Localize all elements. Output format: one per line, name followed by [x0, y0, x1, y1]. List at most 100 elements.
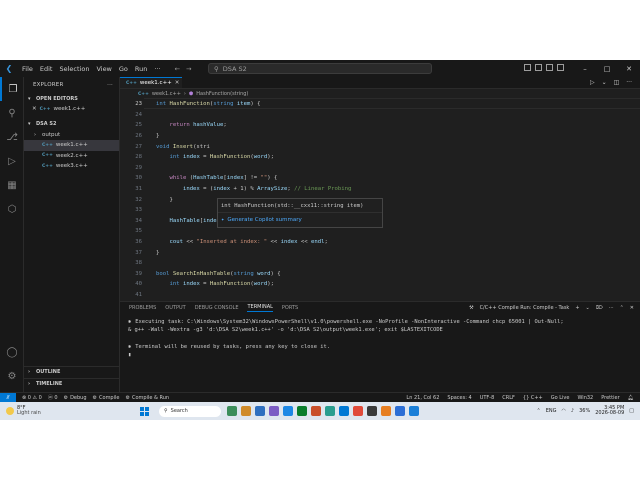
go-live[interactable]: Go Live: [551, 395, 570, 401]
chevron-up-icon[interactable]: ⌃: [537, 408, 541, 414]
compile-status[interactable]: ⚙ Compile: [93, 395, 120, 401]
maximize-button[interactable]: □: [596, 65, 618, 73]
chevron-down-icon[interactable]: ⌄: [602, 79, 607, 86]
code-line[interactable]: 41: [120, 290, 156, 301]
pinned-app-icon[interactable]: [367, 406, 377, 416]
manage-gear-icon[interactable]: ⚙: [0, 364, 24, 388]
code-line[interactable]: 23 int HashFunction(string item) {: [120, 99, 260, 110]
code-line[interactable]: 29: [120, 163, 156, 174]
debug-status[interactable]: ⚙ Debug: [64, 395, 87, 401]
close-button[interactable]: ✕: [618, 65, 640, 73]
pinned-app-icon[interactable]: [297, 406, 307, 416]
menu-more[interactable]: ···: [154, 65, 160, 73]
source-control-icon[interactable]: ⎇: [0, 125, 24, 149]
explorer-more-icon[interactable]: ···: [107, 82, 113, 88]
more-actions-icon[interactable]: ···: [609, 305, 614, 311]
menu-edit[interactable]: Edit: [40, 65, 53, 73]
account-icon[interactable]: ◯: [0, 340, 24, 364]
menu-file[interactable]: File: [22, 65, 33, 73]
split-editor-icon[interactable]: ◫: [614, 79, 620, 86]
run-code-icon[interactable]: ▷: [590, 79, 595, 86]
code-line[interactable]: 28 int index = HashFunction(word);: [120, 152, 274, 163]
tree-item-week1[interactable]: C++ week1.c++: [24, 140, 119, 151]
code-line[interactable]: 26}: [120, 131, 159, 142]
code-line[interactable]: 36 cout << "Inserted at index: " << inde…: [120, 237, 328, 248]
back-arrow-icon[interactable]: ←: [175, 65, 180, 73]
weather-widget[interactable]: 8°F Light rain: [0, 405, 80, 417]
toggle-sidebar-icon[interactable]: [524, 64, 531, 71]
extensions-icon[interactable]: ▦: [0, 173, 24, 197]
tree-item-week3[interactable]: C++ week3.c++: [24, 161, 119, 172]
menu-selection[interactable]: Selection: [59, 65, 89, 73]
cursor-position[interactable]: Ln 21, Col 62: [406, 395, 439, 401]
more-actions-icon[interactable]: ···: [626, 79, 632, 86]
ports-status[interactable]: ⓦ 0: [48, 394, 58, 401]
code-line[interactable]: 24: [120, 110, 156, 121]
customize-layout-icon[interactable]: [557, 64, 564, 71]
remote-explorer-icon[interactable]: ⬡: [0, 197, 24, 221]
pinned-app-icon[interactable]: [227, 406, 237, 416]
toggle-panel-icon[interactable]: [535, 64, 542, 71]
line-endings[interactable]: CRLF: [502, 395, 515, 401]
remote-indicator-icon[interactable]: ⫻: [0, 392, 16, 403]
code-line[interactable]: 35: [120, 226, 156, 237]
battery-level[interactable]: 36%: [579, 408, 590, 414]
taskbar-search[interactable]: ⚲ Search: [159, 405, 221, 417]
close-tab-icon[interactable]: ✕: [175, 80, 180, 86]
pinned-app-icon[interactable]: [325, 406, 335, 416]
new-terminal-icon[interactable]: +: [575, 305, 579, 311]
menu-go[interactable]: Go: [119, 65, 128, 73]
open-editors-section[interactable]: ▾ OPEN EDITORS: [24, 93, 119, 104]
pinned-app-icon[interactable]: [241, 406, 251, 416]
prettier[interactable]: Prettier: [601, 395, 619, 401]
tab-ports[interactable]: PORTS: [282, 305, 298, 311]
encoding[interactable]: UTF-8: [480, 395, 495, 401]
terminal-name[interactable]: C/C++ Compile Run: Compile - Task: [480, 305, 570, 311]
pinned-app-icon[interactable]: [339, 406, 349, 416]
toggle-secondary-sidebar-icon[interactable]: [546, 64, 553, 71]
code-line[interactable]: 32 }: [120, 194, 173, 205]
pinned-app-icon[interactable]: [381, 406, 391, 416]
windows-start-icon[interactable]: [140, 406, 149, 416]
tab-problems[interactable]: PROBLEMS: [129, 305, 156, 311]
code-line[interactable]: 40 int index = HashFunction(word);: [120, 279, 274, 290]
trash-icon[interactable]: ⌦: [596, 305, 603, 311]
run-debug-icon[interactable]: ▷: [0, 149, 24, 173]
tab-terminal[interactable]: TERMINAL: [247, 304, 273, 312]
open-editor-item[interactable]: ✕ C++ week1.c++: [24, 104, 119, 115]
close-panel-icon[interactable]: ✕: [630, 305, 634, 311]
compile-run-status[interactable]: ⚙ Compile & Run: [125, 395, 169, 401]
timeline-section[interactable]: › TIMELINE: [24, 378, 120, 389]
terminal-output[interactable]: ✱ Executing task: C:\Windows\System32\Win…: [120, 314, 640, 364]
tree-item-output[interactable]: › output: [24, 130, 119, 141]
code-line[interactable]: 37}: [120, 247, 159, 258]
menu-run[interactable]: Run: [135, 65, 147, 73]
pinned-app-icon[interactable]: [311, 406, 321, 416]
copilot-summary-link[interactable]: ✦ Generate Copilot summary: [218, 213, 382, 227]
pinned-app-icon[interactable]: [269, 406, 279, 416]
platform[interactable]: Win32: [577, 395, 593, 401]
notifications-bell-icon[interactable]: 🔔︎: [628, 395, 634, 401]
command-center-search[interactable]: ⚲ DSA S2: [208, 63, 432, 74]
pinned-app-icon[interactable]: [409, 406, 419, 416]
maximize-panel-icon[interactable]: ⌃: [620, 305, 624, 311]
code-line[interactable]: 30 while (HashTable[index] != "") {: [120, 173, 277, 184]
forward-arrow-icon[interactable]: →: [186, 65, 191, 73]
code-line[interactable]: 25 return hashValue;: [120, 120, 227, 131]
workspace-folder-section[interactable]: ▾ DSA S2: [24, 119, 119, 130]
volume-icon[interactable]: ♪: [571, 408, 574, 414]
outline-section[interactable]: › OUTLINE: [24, 366, 120, 377]
minimize-button[interactable]: –: [574, 65, 596, 73]
notifications-icon[interactable]: □: [629, 408, 634, 414]
pinned-app-icon[interactable]: [395, 406, 405, 416]
problems-status[interactable]: ⊗ 0 ⚠ 0: [22, 395, 42, 401]
clock[interactable]: 3:45 PM 2026-08-09: [595, 405, 624, 417]
close-icon[interactable]: ✕: [32, 106, 37, 112]
menu-view[interactable]: View: [96, 65, 111, 73]
code-line[interactable]: 39 bool SearchInHashTable(string word) {: [120, 269, 280, 280]
indentation[interactable]: Spaces: 4: [447, 395, 471, 401]
tab-week1[interactable]: C++ week1.c++ ✕: [120, 77, 182, 88]
wifi-icon[interactable]: ◠: [562, 408, 566, 414]
breadcrumb-symbol[interactable]: HashFunction(string): [196, 91, 248, 97]
search-view-icon[interactable]: ⚲: [0, 101, 24, 125]
